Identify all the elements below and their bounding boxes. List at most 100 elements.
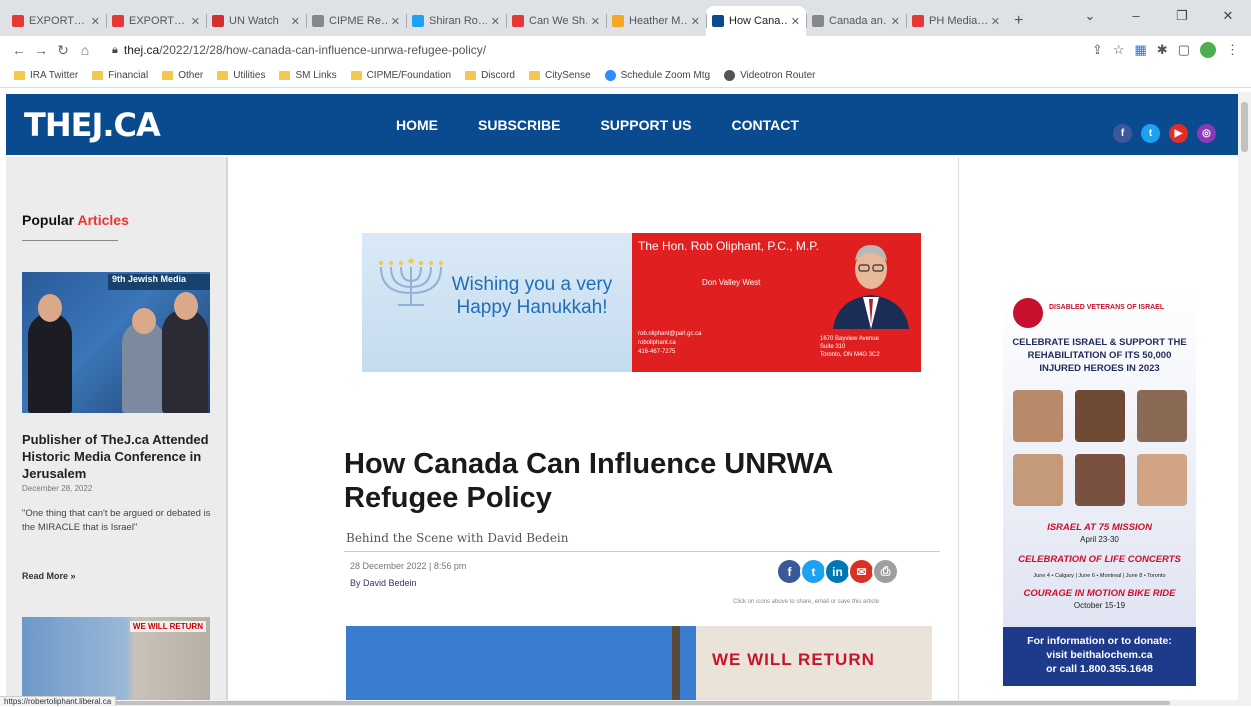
- twitter-icon[interactable]: t: [1141, 124, 1160, 143]
- hanukkah-ad-banner[interactable]: Wishing you a very Happy Hanukkah! The H…: [362, 233, 921, 372]
- tab-title: CIPME Re…: [329, 15, 387, 27]
- linkedin-share-icon[interactable]: in: [824, 558, 851, 585]
- tab-close-icon[interactable]: ✕: [591, 15, 600, 28]
- article-thumbnail[interactable]: 9th Jewish Media: [22, 272, 210, 413]
- scroll-thumb[interactable]: [1241, 102, 1248, 152]
- tab-close-icon[interactable]: ✕: [491, 15, 500, 28]
- maximize-icon[interactable]: ❐: [1159, 0, 1205, 32]
- tab-favicon-icon: [712, 15, 724, 27]
- tab-close-icon[interactable]: ✕: [391, 15, 400, 28]
- lock-icon[interactable]: 🔒︎: [112, 44, 118, 57]
- ad-phone: 416-467-7275: [638, 349, 676, 355]
- nav-subscribe[interactable]: SUBSCRIBE: [478, 117, 560, 133]
- bookmark-item[interactable]: Financial: [92, 70, 148, 81]
- instagram-icon[interactable]: ◎: [1197, 124, 1216, 143]
- bookmark-item[interactable]: Videotron Router: [724, 70, 815, 81]
- article-hero-image: WE WILL RETURN: [346, 626, 932, 700]
- share-note: Click on icons above to share, email or …: [733, 599, 880, 605]
- browser-tab[interactable]: PH Media… ✕: [906, 6, 1006, 36]
- print-share-icon[interactable]: ⎙: [872, 558, 899, 585]
- nav-support-us[interactable]: SUPPORT US: [600, 117, 691, 133]
- tab-close-icon[interactable]: ✕: [291, 15, 300, 28]
- facebook-share-icon[interactable]: f: [776, 558, 803, 585]
- side-panel-icon[interactable]: ▢: [1178, 42, 1190, 58]
- social-links: f t ▶ ◎: [1113, 124, 1216, 143]
- folder-icon: [14, 71, 25, 80]
- disabled-veterans-ad[interactable]: DISABLED VETERANS OF ISRAEL CELEBRATE IS…: [1003, 290, 1196, 686]
- url-input[interactable]: 🔒︎ thej.ca /2022/12/28/how-canada-can-in…: [104, 39, 1084, 61]
- folder-icon: [350, 71, 362, 80]
- face-photo: [1137, 390, 1187, 442]
- bookmark-item[interactable]: Discord: [465, 70, 515, 81]
- tab-strip: EXPORT… ✕ EXPORT… ✕ UN Watch ✕ CIPME Re… ✕ Shira…: [6, 6, 1006, 36]
- read-more-link[interactable]: Read More »: [22, 571, 76, 581]
- tab-close-icon[interactable]: ✕: [691, 15, 700, 28]
- tab-title: Heather M…: [629, 15, 687, 27]
- tab-close-icon[interactable]: ✕: [91, 15, 100, 28]
- nav-contact[interactable]: CONTACT: [731, 117, 798, 133]
- browser-tab[interactable]: Shiran Ro… ✕: [406, 6, 506, 36]
- dv-bike-dates: October 15-19: [1073, 601, 1126, 610]
- site-logo[interactable]: THEJ.CA: [24, 106, 161, 144]
- bookmark-item[interactable]: Schedule Zoom Mtg: [604, 70, 710, 81]
- browser-tab[interactable]: EXPORT… ✕: [6, 6, 106, 36]
- person-head: [132, 308, 156, 334]
- bookmark-star-icon[interactable]: ☆: [1113, 42, 1125, 58]
- browser-tab[interactable]: How Cana… ✕: [706, 6, 806, 36]
- bookmark-item[interactable]: Other: [162, 70, 203, 81]
- menu-kebab-icon[interactable]: ⋮: [1226, 42, 1239, 58]
- twitter-share-icon[interactable]: t: [800, 558, 827, 585]
- folder-icon: [217, 71, 229, 80]
- browser-tab[interactable]: Can We Sh… ✕: [506, 6, 606, 36]
- bookmark-item[interactable]: IRA Twitter: [14, 70, 78, 81]
- tab-close-icon[interactable]: ✕: [791, 15, 800, 28]
- hero-sign-text: WE WILL RETURN: [712, 650, 875, 669]
- bookmark-item[interactable]: CitySense: [528, 70, 591, 81]
- minimize-icon[interactable]: –: [1113, 0, 1159, 32]
- vertical-scrollbar[interactable]: [1238, 92, 1251, 700]
- ad-address-line: 1670 Bayview Avenue: [820, 336, 879, 342]
- bookmark-item[interactable]: SM Links: [279, 70, 337, 81]
- browser-tab[interactable]: Canada an… ✕: [806, 6, 906, 36]
- bookmark-item[interactable]: Utilities: [217, 70, 265, 81]
- profile-avatar-icon[interactable]: [1200, 42, 1216, 58]
- tab-close-icon[interactable]: ✕: [891, 15, 900, 28]
- browser-tab[interactable]: CIPME Re… ✕: [306, 6, 406, 36]
- forward-icon[interactable]: →: [30, 42, 52, 58]
- facebook-icon[interactable]: f: [1113, 124, 1132, 143]
- popular-article-date: December 28, 2022: [22, 484, 93, 493]
- reload-icon[interactable]: ↻: [52, 42, 74, 59]
- puzzle-icon[interactable]: ✱: [1157, 42, 1168, 58]
- nav-home[interactable]: HOME: [396, 117, 438, 133]
- bookmark-favicon-icon: [724, 70, 736, 81]
- tab-favicon-icon: [12, 15, 24, 27]
- extension-icon[interactable]: ▦: [1135, 42, 1147, 58]
- person-figure: [122, 321, 166, 413]
- new-tab-icon[interactable]: +: [1014, 12, 1023, 30]
- bookmark-item[interactable]: CIPME/Foundation: [350, 70, 451, 81]
- browser-tab[interactable]: Heather M… ✕: [606, 6, 706, 36]
- close-window-icon[interactable]: ✕: [1205, 0, 1251, 32]
- youtube-icon[interactable]: ▶: [1169, 124, 1188, 143]
- article-title: How Canada Can Influence UNRWA Refugee P…: [344, 448, 833, 514]
- bookmark-label: Financial: [108, 70, 149, 81]
- article-byline[interactable]: By David Bedein: [350, 578, 417, 588]
- tab-close-icon[interactable]: ✕: [191, 15, 200, 28]
- browser-tab-bar: EXPORT… ✕ EXPORT… ✕ UN Watch ✕ CIPME Re… ✕ Shira…: [0, 0, 1251, 36]
- email-share-icon[interactable]: ✉: [848, 558, 875, 585]
- browser-tab[interactable]: UN Watch ✕: [206, 6, 306, 36]
- bookmark-label: Utilities: [233, 70, 266, 81]
- tab-close-icon[interactable]: ✕: [991, 15, 1000, 28]
- horizontal-scrollbar[interactable]: [0, 700, 1251, 706]
- browser-tab[interactable]: EXPORT… ✕: [106, 6, 206, 36]
- ad-address-line: Toronto, ON M4G 3C2: [820, 352, 880, 358]
- popular-article-title[interactable]: Publisher of TheJ.ca Attended Historic M…: [22, 431, 212, 482]
- share-page-icon[interactable]: ⇪: [1092, 42, 1103, 58]
- tab-search-icon[interactable]: ⌄: [1067, 0, 1113, 32]
- back-icon[interactable]: ←: [8, 42, 30, 58]
- second-article-thumbnail[interactable]: WE WILL RETURN: [22, 617, 210, 700]
- home-icon[interactable]: ⌂: [74, 42, 96, 58]
- dv-info-box: For information or to donate: visit beit…: [1003, 627, 1196, 686]
- popular-article-excerpt: "One thing that can't be argued or debat…: [22, 508, 211, 533]
- hscroll-thumb[interactable]: [110, 701, 1170, 705]
